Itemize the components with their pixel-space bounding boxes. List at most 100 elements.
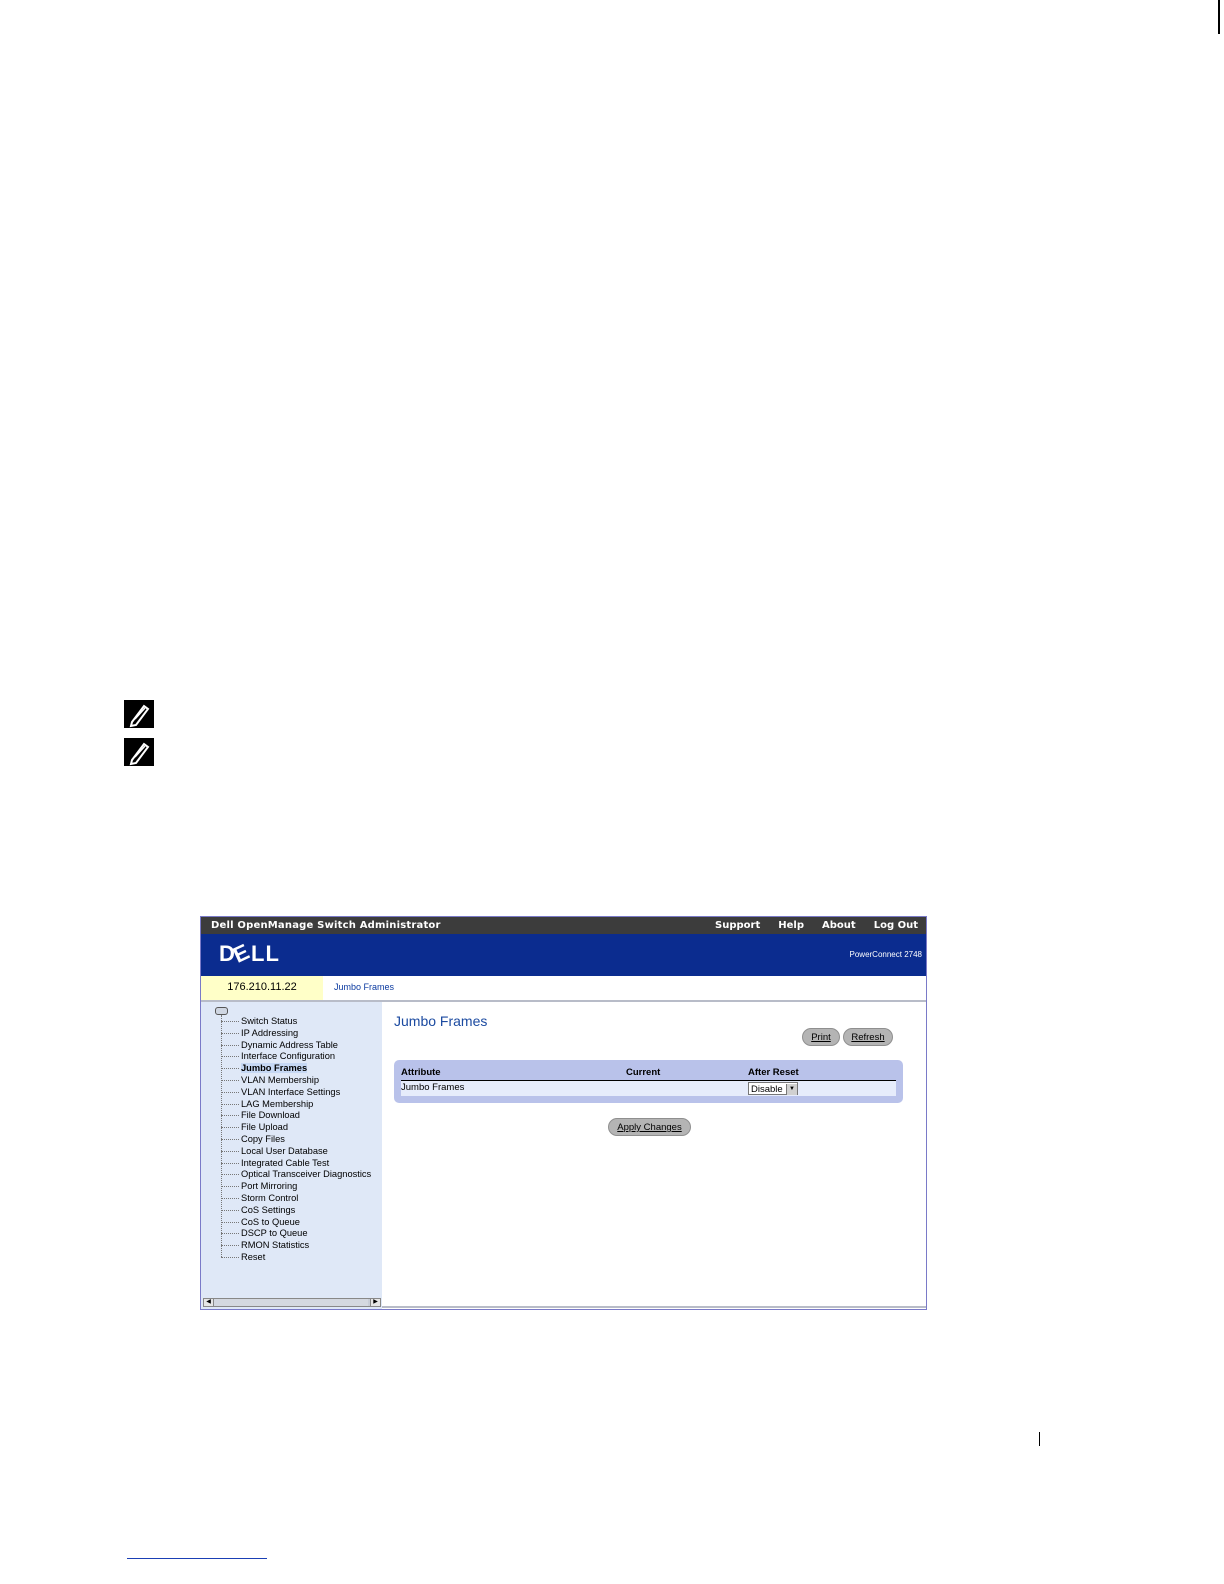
sidebar-item[interactable]: IP Addressing <box>221 1028 298 1040</box>
sidebar-item-label[interactable]: VLAN Membership <box>241 1075 319 1085</box>
sidebar-item-label[interactable]: Switch Status <box>241 1016 297 1026</box>
sidebar-item[interactable]: DSCP to Queue <box>221 1228 308 1240</box>
sidebar-item[interactable]: Dynamic Address Table <box>221 1040 338 1052</box>
sidebar-item-label[interactable]: Local User Database <box>241 1146 328 1156</box>
sidebar-item-label[interactable]: CoS Settings <box>241 1205 295 1215</box>
sidebar-item[interactable]: LAG Membership <box>221 1099 313 1111</box>
svg-text:LL: LL <box>251 943 280 965</box>
sidebar-item-label[interactable]: File Download <box>241 1110 300 1120</box>
sidebar-item[interactable]: Switch Status <box>221 1016 297 1028</box>
sidebar-item[interactable]: Jumbo Frames <box>221 1063 308 1075</box>
address-bar: 176.210.11.22 Jumbo Frames <box>201 976 926 1002</box>
dell-logo: D E LL <box>219 939 293 970</box>
tree-branch <box>221 1127 239 1129</box>
tree-branch <box>221 1080 239 1082</box>
sidebar-item-label[interactable]: Optical Transceiver Diagnostics <box>241 1169 371 1179</box>
tree-branch <box>221 1209 239 1211</box>
tree-branch <box>221 1150 239 1152</box>
apply-changes-button[interactable]: Apply Changes <box>608 1118 691 1136</box>
after-reset-select[interactable]: Disable ▼ <box>748 1082 798 1095</box>
about-link[interactable]: About <box>822 920 856 931</box>
col-after-reset: After Reset <box>748 1067 799 1078</box>
scroll-right-icon[interactable]: ▶ <box>370 1299 380 1306</box>
brand-bar: D E LL PowerConnect 2748 <box>201 934 926 976</box>
page-top-rule <box>1218 0 1220 34</box>
sidebar-item-label[interactable]: Reset <box>241 1252 265 1262</box>
sidebar-item-label[interactable]: Jumbo Frames <box>241 1063 308 1074</box>
cell-attribute: Jumbo Frames <box>401 1082 465 1093</box>
sidebar-item-label[interactable]: Port Mirroring <box>241 1181 297 1191</box>
page-number-divider <box>1039 1432 1040 1446</box>
table-row: Jumbo Frames Disable ▼ <box>401 1081 896 1096</box>
note-icon <box>124 738 154 766</box>
sidebar-item-label[interactable]: RMON Statistics <box>241 1240 309 1250</box>
sidebar-item[interactable]: VLAN Interface Settings <box>221 1087 340 1099</box>
sidebar-item[interactable]: Interface Configuration <box>221 1051 335 1063</box>
model-name: PowerConnect 2748 <box>849 950 923 959</box>
page-title: Jumbo Frames <box>394 1013 488 1029</box>
tree-branch <box>221 1257 239 1259</box>
sidebar-item[interactable]: Port Mirroring <box>221 1181 297 1193</box>
ip-address: 176.210.11.22 <box>201 976 323 1000</box>
sidebar-item[interactable]: RMON Statistics <box>221 1240 309 1252</box>
sidebar-item-label[interactable]: CoS to Queue <box>241 1217 300 1227</box>
sidebar-item[interactable]: CoS to Queue <box>221 1217 300 1229</box>
breadcrumb: Jumbo Frames <box>334 982 395 992</box>
logout-link[interactable]: Log Out <box>874 920 918 931</box>
tree-branch <box>221 1032 239 1034</box>
sidebar-item[interactable]: Integrated Cable Test <box>221 1158 329 1170</box>
sidebar-item[interactable]: Local User Database <box>221 1146 328 1158</box>
tree-branch <box>221 1139 239 1141</box>
sidebar-item-label[interactable]: Copy Files <box>241 1134 285 1144</box>
sidebar-item[interactable]: File Download <box>221 1110 300 1122</box>
tree-branch <box>221 1044 239 1046</box>
refresh-button[interactable]: Refresh <box>843 1028 893 1046</box>
sidebar-tree: Switch Status IP Addressing Dynamic Addres… <box>201 1002 382 1309</box>
sidebar-item[interactable]: Storm Control <box>221 1193 298 1205</box>
sidebar-item[interactable]: Copy Files <box>221 1134 285 1146</box>
sidebar-item[interactable]: VLAN Membership <box>221 1075 319 1087</box>
sidebar-item-label[interactable]: IP Addressing <box>241 1028 298 1038</box>
sidebar-item[interactable]: Reset <box>221 1252 265 1264</box>
tree-branch <box>221 1021 239 1023</box>
app-title: Dell OpenManage Switch Administrator <box>211 920 441 931</box>
scroll-thumb[interactable] <box>214 1299 368 1306</box>
select-value: Disable <box>751 1084 783 1095</box>
help-link[interactable]: Help <box>778 920 804 931</box>
print-button[interactable]: Print <box>802 1028 840 1046</box>
tree-branch <box>221 1162 239 1164</box>
tree-collapse-icon[interactable] <box>215 1007 228 1015</box>
tree-branch <box>221 1221 239 1223</box>
jumbo-frames-table: Attribute Current After Reset Jumbo Fram… <box>394 1060 903 1103</box>
sidebar-item-label[interactable]: Interface Configuration <box>241 1051 335 1061</box>
table-header: Attribute Current After Reset <box>401 1066 896 1081</box>
tree-branch <box>221 1115 239 1117</box>
tree-branch <box>221 1068 239 1070</box>
sidebar-item[interactable]: Optical Transceiver Diagnostics <box>221 1169 371 1181</box>
support-link[interactable]: Support <box>715 920 760 931</box>
switch-admin-screenshot: Dell OpenManage Switch Administrator Sup… <box>200 916 927 1310</box>
col-current: Current <box>626 1067 661 1078</box>
sidebar-item-label[interactable]: LAG Membership <box>241 1099 313 1109</box>
tree-branch <box>221 1174 239 1176</box>
sidebar-item-label[interactable]: DSCP to Queue <box>241 1228 308 1238</box>
sidebar-item-label[interactable]: VLAN Interface Settings <box>241 1087 340 1097</box>
horizontal-scrollbar[interactable]: ◀ ▶ <box>203 1298 381 1307</box>
sidebar-item-label[interactable]: Dynamic Address Table <box>241 1040 338 1050</box>
title-bar: Dell OpenManage Switch Administrator Sup… <box>201 917 926 934</box>
tree-branch <box>221 1056 239 1058</box>
tree-branch <box>221 1198 239 1200</box>
tree-branch <box>221 1103 239 1105</box>
col-attribute: Attribute <box>401 1067 441 1078</box>
scroll-left-icon[interactable]: ◀ <box>204 1299 214 1306</box>
sidebar-item[interactable]: File Upload <box>221 1122 288 1134</box>
tree-branch <box>221 1186 239 1188</box>
sidebar-item-label[interactable]: File Upload <box>241 1122 288 1132</box>
tree-branch <box>221 1091 239 1093</box>
footer-link-rule[interactable] <box>127 1558 267 1559</box>
status-divider <box>382 1306 926 1308</box>
sidebar-item-label[interactable]: Integrated Cable Test <box>241 1158 329 1168</box>
chevron-down-icon[interactable]: ▼ <box>786 1084 797 1095</box>
sidebar-item-label[interactable]: Storm Control <box>241 1193 298 1203</box>
sidebar-item[interactable]: CoS Settings <box>221 1205 295 1217</box>
